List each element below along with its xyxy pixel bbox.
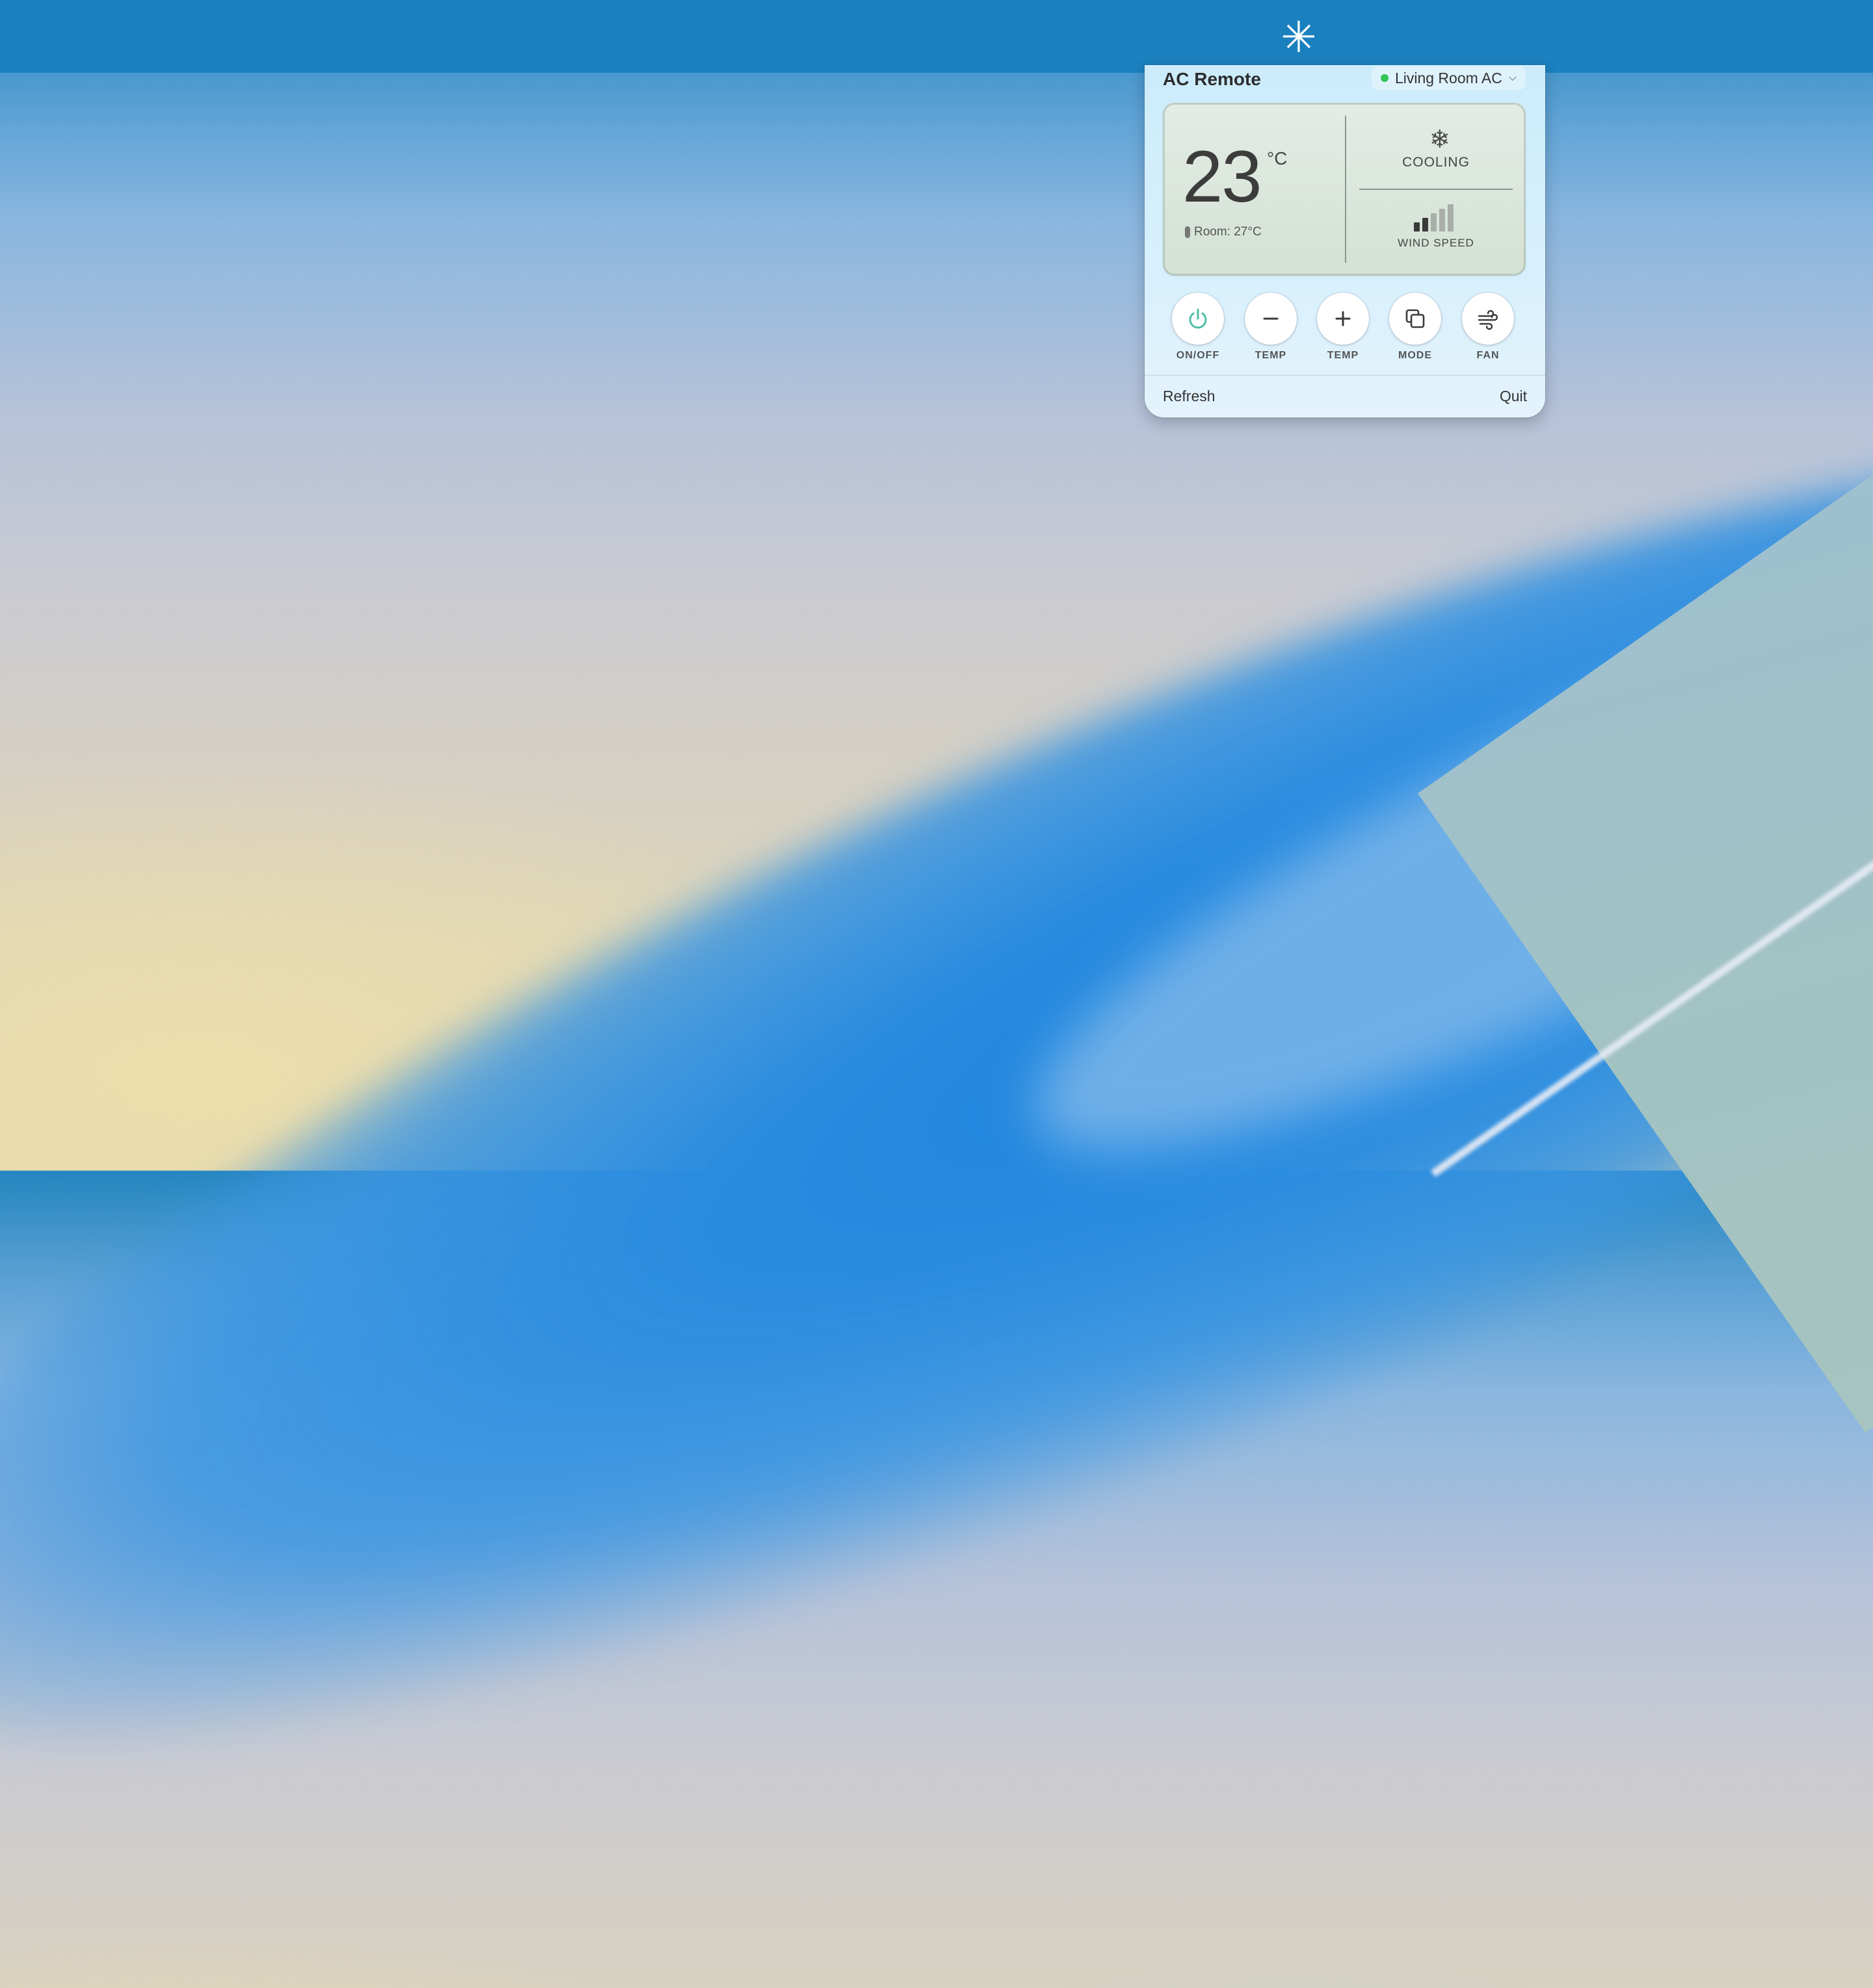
snowflake-icon[interactable]: ✳	[1276, 14, 1322, 60]
device-name: Living Room AC	[1394, 69, 1502, 86]
mode-button-label: MODE	[1398, 350, 1432, 361]
power-icon	[1189, 308, 1207, 329]
power-button[interactable]	[1172, 293, 1224, 345]
mode-control: MODE	[1389, 293, 1441, 362]
wind-speed-bar	[1414, 222, 1420, 232]
chevron-down-icon: ⌵	[1508, 72, 1517, 83]
temp-down-label: TEMP	[1255, 350, 1287, 361]
fan-control: FAN	[1462, 293, 1514, 362]
temp-up-control: TEMP	[1317, 293, 1369, 362]
plus-icon	[1335, 311, 1351, 326]
snowflake-mode-icon: ❄	[1429, 126, 1450, 153]
wind-speed-bar	[1431, 213, 1437, 232]
power-label: ON/OFF	[1176, 350, 1220, 361]
device-selector[interactable]: Living Room AC ⌵	[1371, 66, 1526, 90]
wind-speed-bar	[1439, 209, 1445, 232]
footer-separator	[1145, 375, 1545, 376]
power-control: ON/OFF	[1172, 293, 1224, 362]
menu-bar: ✳	[0, 0, 1873, 73]
ac-remote-panel: AC Remote Living Room AC ⌵ 23 °C Room: 2…	[1145, 65, 1545, 417]
minus-icon	[1263, 317, 1279, 320]
control-buttons: ON/OFF TEMP TEMP MODE FAN	[1163, 293, 1526, 364]
ac-display: 23 °C Room: 27°C ❄ COOLING WIND SPEED	[1163, 103, 1526, 276]
mode-label: COOLING	[1402, 155, 1470, 170]
room-temperature-text: Room: 27°C	[1194, 225, 1262, 239]
set-temperature: 23	[1182, 136, 1262, 217]
mode-icon	[1405, 309, 1425, 328]
temperature-unit: °C	[1267, 148, 1288, 168]
fan-icon	[1478, 310, 1498, 330]
fan-label: FAN	[1476, 350, 1500, 361]
display-divider-horizontal	[1359, 189, 1513, 190]
wind-speed-bar	[1448, 204, 1454, 232]
temp-down-button[interactable]	[1245, 293, 1297, 345]
refresh-button[interactable]: Refresh	[1163, 388, 1215, 405]
wind-speed-bar	[1422, 218, 1428, 232]
temp-down-control: TEMP	[1245, 293, 1297, 362]
quit-button[interactable]: Quit	[1500, 388, 1527, 405]
wind-speed-bars	[1414, 204, 1466, 232]
wind-speed-label: WIND SPEED	[1398, 237, 1474, 249]
fan-button[interactable]	[1462, 293, 1514, 345]
temp-up-button[interactable]	[1317, 293, 1369, 345]
mode-button[interactable]	[1389, 293, 1441, 345]
thermometer-icon	[1185, 226, 1190, 238]
display-divider-vertical	[1345, 116, 1346, 263]
status-dot	[1380, 74, 1388, 82]
wallpaper-wave	[0, 223, 1873, 1988]
panel-title: AC Remote	[1163, 69, 1261, 89]
room-temperature: Room: 27°C	[1185, 225, 1262, 239]
temp-up-label: TEMP	[1327, 350, 1359, 361]
